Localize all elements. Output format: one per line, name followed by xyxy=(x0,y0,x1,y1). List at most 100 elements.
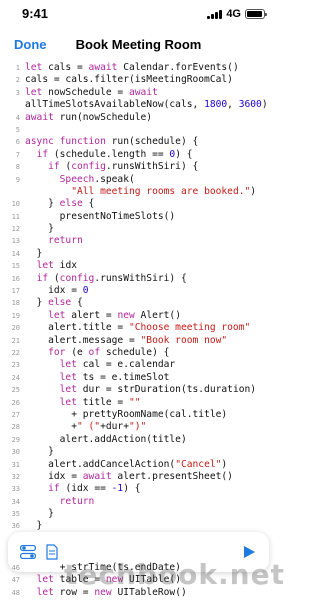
code-line[interactable]: 23 let cal = e.calendar xyxy=(0,359,277,371)
code-line[interactable]: 19 let alert = new Alert() xyxy=(0,310,277,322)
code-line[interactable]: 29 alert.addAction(title) xyxy=(0,434,277,446)
code-line[interactable]: 11 presentNoTimeSlots() xyxy=(0,211,277,223)
code-line[interactable]: 32 idx = await alert.presentSheet() xyxy=(0,471,277,483)
code-token: await xyxy=(88,62,124,73)
page-title: Book Meeting Room xyxy=(75,37,202,52)
code-line[interactable]: 31 alert.addCancelAction("Cancel") xyxy=(0,459,277,471)
line-number: 48 xyxy=(11,588,20,597)
code-token: run(schedule) { xyxy=(111,136,199,148)
code-text: let dur = strDuration(ts.duration) xyxy=(25,384,256,396)
code-token: } xyxy=(25,223,54,235)
code-line[interactable]: 4 await run(nowSchedule) xyxy=(0,112,277,124)
code-token: } xyxy=(25,297,49,309)
code-token: Calendar.forEvents() xyxy=(123,62,239,73)
code-line[interactable]: 35 } xyxy=(0,508,277,520)
code-line[interactable]: 18 } else { xyxy=(0,297,277,309)
code-line[interactable]: "All meeting rooms are booked.") xyxy=(0,186,277,198)
code-token: .speak( xyxy=(94,173,135,185)
code-token: return xyxy=(59,495,95,507)
code-token: ) xyxy=(250,185,257,197)
code-line[interactable]: 12 } xyxy=(0,223,277,235)
code-token: .runsWithSiri) { xyxy=(105,161,199,173)
controls-icon[interactable] xyxy=(18,542,38,562)
code-line[interactable]: 3 let nowSchedule = await xyxy=(0,87,277,99)
code-line[interactable]: 14 } xyxy=(0,248,277,260)
code-text: if (idx == -1) { xyxy=(25,483,140,495)
line-number: 26 xyxy=(11,398,20,407)
code-text: alert.title = "Choose meeting room" xyxy=(25,322,250,334)
code-token: dur = strDuration(ts.duration) xyxy=(82,384,257,396)
code-token: of xyxy=(88,346,106,358)
code-token: let xyxy=(36,586,60,598)
code-token: await xyxy=(25,111,60,123)
code-token: let xyxy=(25,86,49,98)
line-number: 19 xyxy=(11,311,20,320)
code-line[interactable]: 1 let cals = await Calendar.forEvents() xyxy=(0,62,277,74)
line-number: 34 xyxy=(11,497,20,506)
code-line[interactable]: 2 cals = cals.filter(isMeetingRoomCal) xyxy=(0,74,277,86)
code-text: allTimeSlotsAvailableNow(cals, 1800, 360… xyxy=(25,99,268,111)
code-token: Speech xyxy=(59,173,95,185)
code-text: idx = 0 xyxy=(25,285,88,297)
line-number: 18 xyxy=(11,299,20,308)
code-line[interactable]: 28 +" ("+dur+")" xyxy=(0,421,277,433)
code-line[interactable]: 16 if (config.runsWithSiri) { xyxy=(0,273,277,285)
code-token: alert.title = xyxy=(25,322,129,334)
line-number: 10 xyxy=(11,200,20,209)
code-token: (e xyxy=(71,346,89,358)
status-bar: 9:41 4G xyxy=(0,0,277,26)
code-token: config xyxy=(59,272,95,284)
code-line[interactable]: 20 alert.title = "Choose meeting room" xyxy=(0,322,277,334)
code-line[interactable]: 22 for (e of schedule) { xyxy=(0,347,277,359)
line-number: 13 xyxy=(11,237,20,246)
code-editor[interactable]: 1 let cals = await Calendar.forEvents() 2 c… xyxy=(0,62,277,530)
code-line[interactable]: 26 let title = "" xyxy=(0,397,277,409)
code-line[interactable]: 27 + prettyRoomName(cal.title) xyxy=(0,409,277,421)
document-icon[interactable] xyxy=(42,542,62,562)
code-token: .runsWithSiri) { xyxy=(94,272,187,284)
code-line[interactable]: 24 let ts = e.timeSlot xyxy=(0,372,277,384)
code-token: + prettyRoomName(cal.title) xyxy=(25,408,228,420)
code-line[interactable]: 5 xyxy=(0,124,277,136)
code-line[interactable]: 34 return xyxy=(0,496,277,508)
code-token: { xyxy=(88,198,95,210)
line-number: 28 xyxy=(11,423,20,432)
code-line[interactable]: 25 let dur = strDuration(ts.duration) xyxy=(0,384,277,396)
code-token: if xyxy=(36,148,54,160)
code-line[interactable]: 36 } xyxy=(0,520,277,530)
code-text: let nowSchedule = await xyxy=(25,87,158,99)
code-token: +dur+ xyxy=(100,421,129,433)
code-token: } xyxy=(25,247,43,259)
code-line[interactable]: 6 async function run(schedule) { xyxy=(0,136,277,148)
code-line[interactable]: 9 Speech.speak( xyxy=(0,174,277,186)
line-number: 6 xyxy=(15,138,20,147)
code-line[interactable]: 30 } xyxy=(0,446,277,458)
code-line[interactable]: allTimeSlotsAvailableNow(cals, 1800, 360… xyxy=(0,99,277,111)
code-text: let alert = new Alert() xyxy=(25,310,181,322)
code-line[interactable]: 8 if (config.runsWithSiri) { xyxy=(0,161,277,173)
code-line[interactable]: 15 let idx xyxy=(0,260,277,272)
code-text: if (schedule.length == 0) { xyxy=(25,149,193,161)
code-line[interactable]: 21 alert.message = "Book room now" xyxy=(0,335,277,347)
code-line[interactable]: 13 return xyxy=(0,235,277,247)
code-line[interactable]: 17 idx = 0 xyxy=(0,285,277,297)
code-text: for (e of schedule) { xyxy=(25,347,169,359)
code-token: alert.presentSheet() xyxy=(117,470,233,482)
code-token: alert.addAction(title) xyxy=(25,433,187,445)
line-number: 14 xyxy=(11,249,20,258)
code-line[interactable]: 33 if (idx == -1) { xyxy=(0,483,277,495)
code-text: cals = cals.filter(isMeetingRoomCal) xyxy=(25,74,233,86)
code-line[interactable]: 10 } else { xyxy=(0,198,277,210)
code-line[interactable]: 7 if (schedule.length == 0) { xyxy=(0,149,277,161)
